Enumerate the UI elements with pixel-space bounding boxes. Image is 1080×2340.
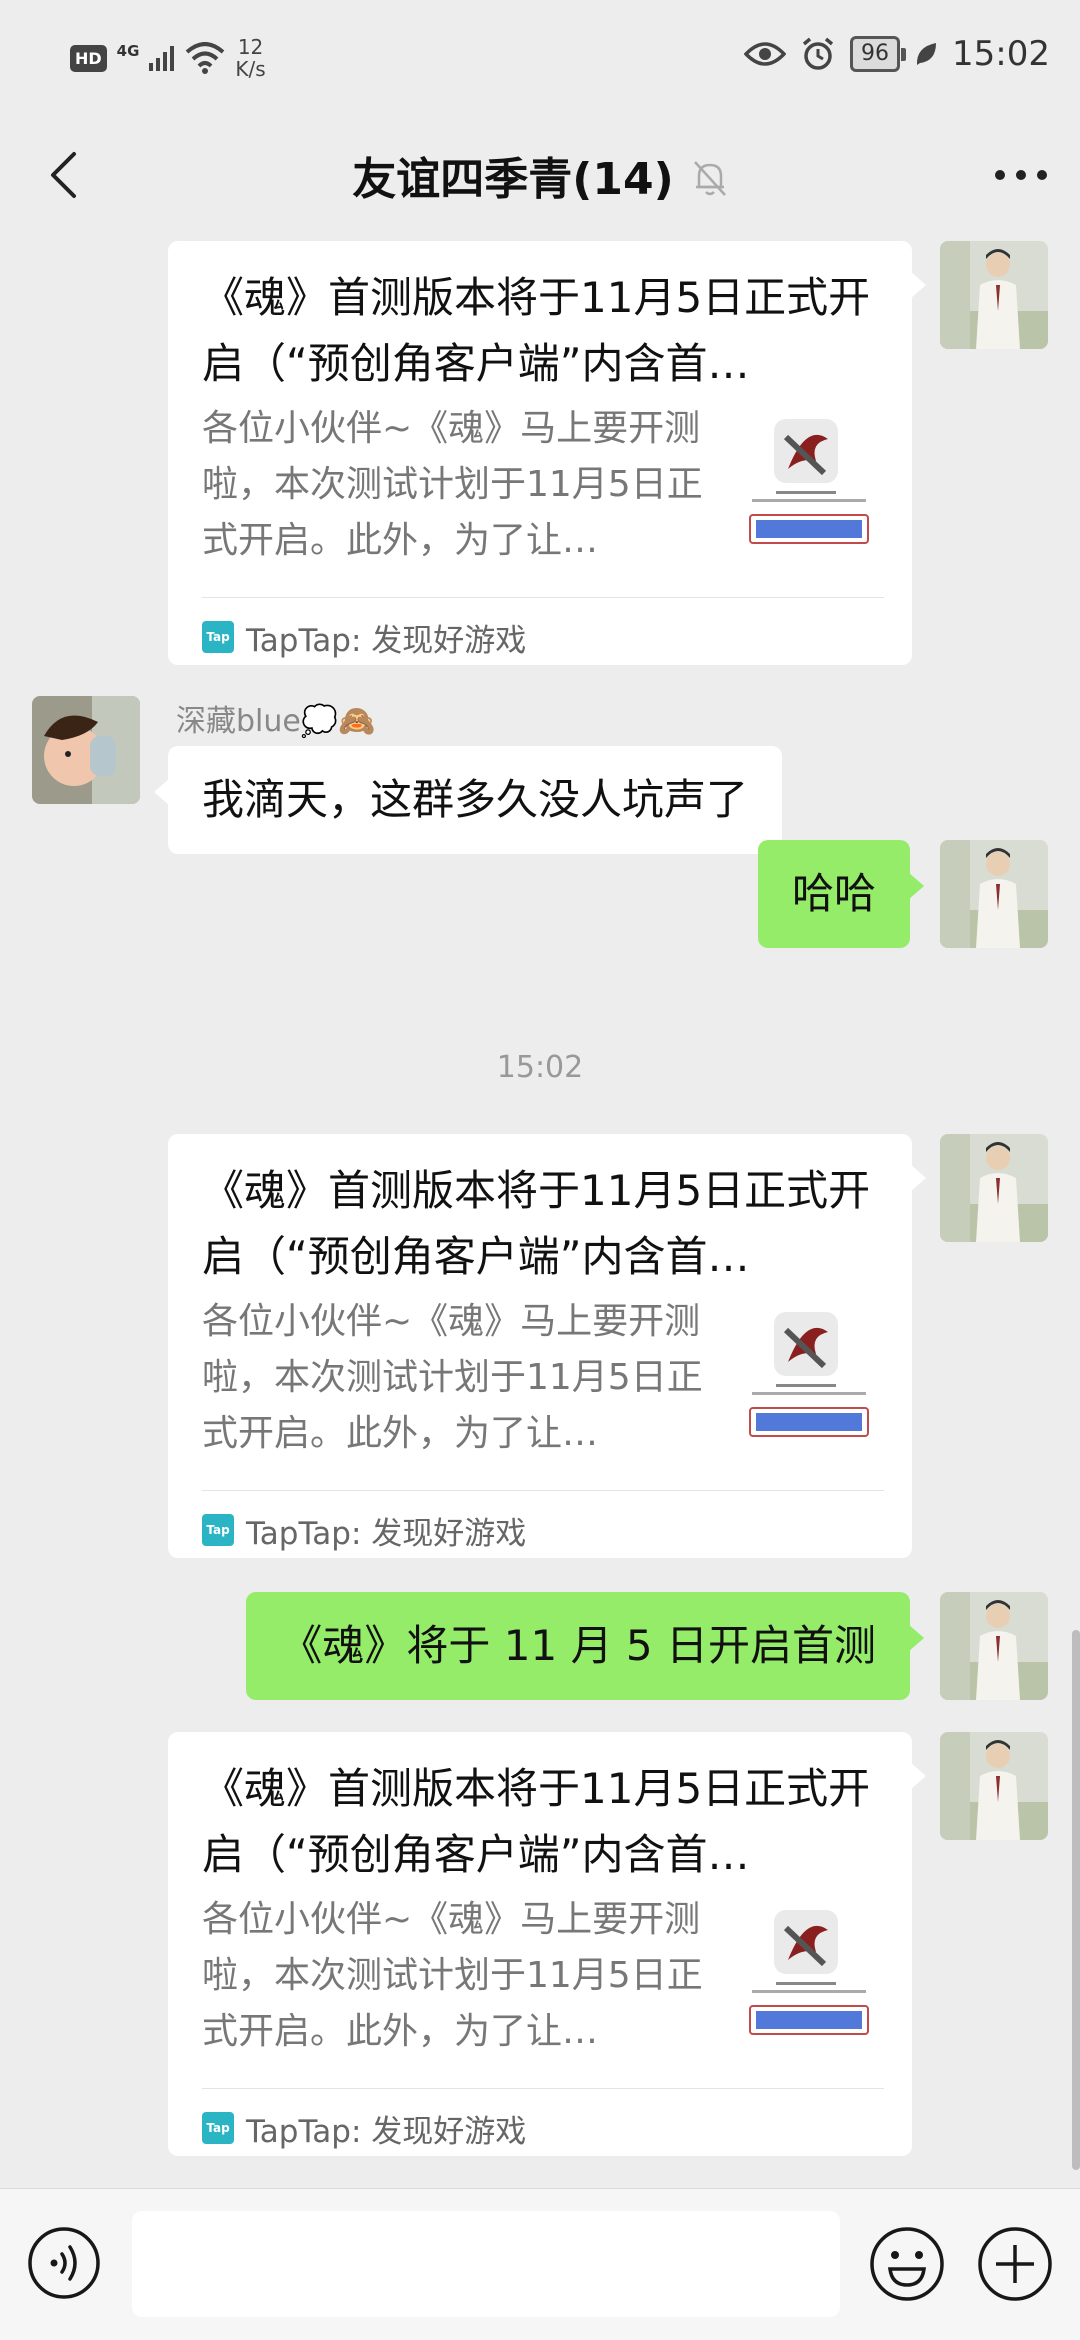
taptap-logo-icon: Tap xyxy=(202,2112,234,2144)
voice-button[interactable] xyxy=(26,2225,102,2301)
signal-icon xyxy=(149,46,175,71)
taptap-logo-icon: Tap xyxy=(202,621,234,653)
voice-icon xyxy=(28,2227,100,2299)
emoji-button[interactable] xyxy=(868,2225,946,2303)
scrollbar[interactable] xyxy=(1072,1630,1080,2170)
message-bubble-outgoing[interactable]: 哈哈 xyxy=(757,840,925,948)
status-right: 96 15:02 xyxy=(744,34,1050,74)
status-left: HD 4G 12 K/s xyxy=(70,36,266,80)
message-list[interactable]: 《魂》首测版本将于11月5日正式开启（“预创角客户端”内含首… 各位小伙伴~《魂… xyxy=(0,230,1080,2188)
game-thumbnail xyxy=(736,1306,876,1446)
chat-header: 友谊四季青(14) xyxy=(0,120,1080,230)
taptap-logo-icon: Tap xyxy=(202,1514,234,1546)
network-type: 4G xyxy=(116,42,140,60)
back-arrow-icon xyxy=(51,152,76,198)
avatar-self[interactable] xyxy=(940,1732,1048,1840)
card-source: Tap TapTap: 发现好游戏 xyxy=(202,2106,526,2150)
link-card[interactable]: 《魂》首测版本将于11月5日正式开启（“预创角客户端”内含首… 各位小伙伴~《魂… xyxy=(168,1732,926,2156)
avatar-sender[interactable] xyxy=(32,696,140,804)
game-thumbnail xyxy=(736,413,876,553)
avatar-self[interactable] xyxy=(940,241,1048,349)
card-divider xyxy=(202,1490,884,1491)
battery-indicator: 96 xyxy=(850,36,907,72)
hd-badge: HD xyxy=(70,44,107,72)
card-divider xyxy=(202,2088,884,2089)
bell-muted-icon xyxy=(693,161,726,196)
card-description: 各位小伙伴~《魂》马上要开测啦，本次测试计划于11月5日正式开启。此外，为了让… xyxy=(202,1301,703,1454)
card-source: Tap TapTap: 发现好游戏 xyxy=(202,615,526,659)
card-source: Tap TapTap: 发现好游戏 xyxy=(202,1508,526,1552)
wifi-icon xyxy=(186,42,225,74)
message-bubble-incoming[interactable]: 我滴天，这群多久没人坑声了 xyxy=(153,746,783,854)
status-time: 15:02 xyxy=(952,34,1050,74)
sender-name: 深藏blue💭🙈 xyxy=(176,704,376,739)
card-divider xyxy=(202,597,884,598)
message-input[interactable] xyxy=(132,2211,840,2317)
emoji-icon xyxy=(870,2227,944,2301)
back-button[interactable] xyxy=(30,142,96,208)
network-speed: 12 K/s xyxy=(235,36,265,80)
message-bubble-outgoing[interactable]: 《魂》将于 11 月 5 日开启首测 xyxy=(246,1592,924,1700)
speed-unit: K/s xyxy=(235,57,266,81)
card-title: 《魂》首测版本将于11月5日正式开启（“预创角客户端”内含首… xyxy=(202,273,871,388)
card-source-label: TapTap: 发现好游戏 xyxy=(246,1515,527,1552)
card-source-label: TapTap: 发现好游戏 xyxy=(246,622,527,659)
leaf-icon xyxy=(916,43,937,65)
game-thumbnail xyxy=(736,1904,876,2044)
card-source-label: TapTap: 发现好游戏 xyxy=(246,2113,527,2150)
link-card[interactable]: 《魂》首测版本将于11月5日正式开启（“预创角客户端”内含首… 各位小伙伴~《魂… xyxy=(168,1134,926,1558)
time-separator: 15:02 xyxy=(496,1050,584,1085)
more-functions-button[interactable] xyxy=(976,2225,1054,2303)
eye-icon xyxy=(744,42,787,66)
card-description: 各位小伙伴~《魂》马上要开测啦，本次测试计划于11月5日正式开启。此外，为了让… xyxy=(202,1899,703,2052)
status-bar: HD 4G 12 K/s 96 15:02 xyxy=(0,0,1080,120)
more-dots-icon xyxy=(995,170,1047,180)
card-description: 各位小伙伴~《魂》马上要开测啦，本次测试计划于11月5日正式开启。此外，为了让… xyxy=(202,408,703,561)
alarm-icon xyxy=(802,37,834,70)
card-title: 《魂》首测版本将于11月5日正式开启（“预创角客户端”内含首… xyxy=(202,1764,871,1879)
avatar-self[interactable] xyxy=(940,840,1048,948)
card-title: 《魂》首测版本将于11月5日正式开启（“预创角客户端”内含首… xyxy=(202,1166,871,1281)
link-card[interactable]: 《魂》首测版本将于11月5日正式开启（“预创角客户端”内含首… 各位小伙伴~《魂… xyxy=(168,241,926,665)
plus-icon xyxy=(978,2227,1052,2301)
input-bar xyxy=(0,2188,1080,2340)
avatar-self[interactable] xyxy=(940,1592,1048,1700)
speed-value: 12 xyxy=(237,35,264,59)
more-button[interactable] xyxy=(988,142,1054,208)
chat-title: 友谊四季青(14) xyxy=(352,154,674,205)
avatar-self[interactable] xyxy=(940,1134,1048,1242)
